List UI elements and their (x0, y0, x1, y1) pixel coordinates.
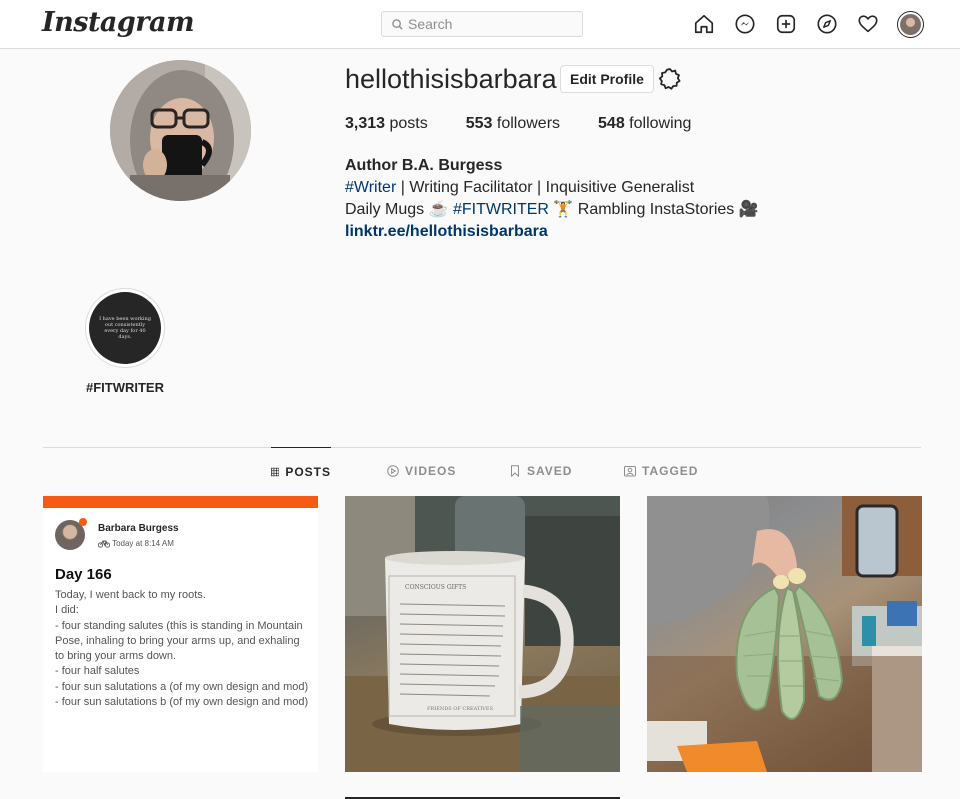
bookmark-icon (511, 465, 519, 477)
tab-tagged[interactable]: TAGGED (624, 447, 698, 495)
profile-username: hellothisisbarbara (345, 64, 557, 94)
post-body: Today, I went back to my roots. I did: -… (55, 589, 309, 709)
highlight-cover: I have been working out consistently eve… (89, 292, 161, 364)
bio-display-name: Author B.A. Burgess (345, 157, 503, 174)
posts-stat: 3,313 posts (345, 115, 428, 133)
settings-gear-icon[interactable] (658, 67, 682, 91)
profile-stats: 3,313 posts 553 followers 548 following (345, 115, 729, 133)
home-icon[interactable] (692, 12, 716, 36)
tagged-icon (624, 466, 636, 477)
top-navigation: Instagram (0, 0, 960, 49)
post-title: Day 166 (55, 566, 112, 583)
crochet-photo (647, 496, 922, 772)
post-mug-photo[interactable]: CONSCIOUS GIFTS FRIENDS OF CREATIVES (345, 496, 620, 772)
bio-text: | Writing Facilitator | Inquisitive Gene… (396, 179, 695, 196)
search-icon (392, 18, 403, 30)
search-input[interactable] (408, 16, 568, 32)
instagram-logo[interactable]: Instagram (42, 7, 195, 38)
tab-posts-label: POSTS (285, 464, 331, 479)
story-highlight-fitwriter[interactable]: I have been working out consistently eve… (85, 288, 165, 368)
tab-posts[interactable]: POSTS (271, 447, 331, 495)
hashtag-fitwriter-link[interactable]: #FITWRITER (453, 201, 549, 218)
edit-profile-button[interactable]: Edit Profile (560, 65, 654, 93)
post-crochet-photo[interactable] (647, 496, 922, 772)
profile-bio: Author B.A. Burgess #Writer | Writing Fa… (345, 155, 759, 243)
profile-avatar-nav[interactable] (897, 11, 924, 38)
post-day-166[interactable]: Barbara Burgess Today at 8:14 AM Day 166… (43, 496, 318, 772)
followers-stat[interactable]: 553 followers (466, 115, 560, 133)
explore-icon[interactable] (815, 12, 839, 36)
tab-tagged-label: TAGGED (642, 464, 699, 478)
followers-label: followers (492, 115, 561, 132)
notification-dot (79, 518, 87, 526)
tab-saved-label: SAVED (527, 464, 573, 478)
profile-picture[interactable] (110, 60, 251, 201)
video-icon (387, 465, 399, 477)
post-author-name: Barbara Burgess (98, 523, 179, 534)
profile-photo (110, 60, 251, 201)
following-stat[interactable]: 548 following (598, 115, 691, 133)
bio-text: 🏋 Rambling InstaStories 🎥 (548, 201, 759, 218)
post-time-text: Today at 8:14 AM (112, 539, 174, 548)
bio-line-1: #Writer | Writing Facilitator | Inquisit… (345, 177, 759, 199)
posts-count: 3,313 (345, 115, 386, 132)
bicycle-icon (97, 540, 111, 549)
post-timestamp: Today at 8:14 AM (97, 539, 174, 549)
bio-line-2: Daily Mugs ☕ #FITWRITER 🏋 Rambling Insta… (345, 199, 759, 221)
following-count: 548 (598, 115, 625, 132)
hashtag-writer-link[interactable]: #Writer (345, 179, 396, 196)
bio-external-link[interactable]: linktr.ee/hellothisisbarbara (345, 221, 759, 243)
tab-videos[interactable]: VIDEOS (387, 447, 456, 495)
mug-photo: CONSCIOUS GIFTS FRIENDS OF CREATIVES (345, 496, 620, 772)
avatar-image (900, 14, 921, 35)
grid-icon (271, 467, 280, 476)
messenger-icon[interactable] (733, 12, 757, 36)
new-post-icon[interactable] (774, 12, 798, 36)
mug-footer: FRIENDS OF CREATIVES (427, 706, 494, 712)
mug-heading: CONSCIOUS GIFTS (405, 584, 466, 591)
following-label: following (624, 115, 692, 132)
highlight-label: #FITWRITER (86, 380, 164, 395)
followers-count: 553 (465, 115, 493, 132)
activity-heart-icon[interactable] (856, 12, 880, 36)
tab-saved[interactable]: SAVED (509, 447, 572, 495)
nav-icons (692, 12, 897, 36)
accent-bar (43, 496, 318, 508)
profile-tabs: POSTS VIDEOS SAVED TAGGED (0, 447, 960, 495)
search-box[interactable] (381, 11, 583, 37)
tab-videos-label: VIDEOS (405, 464, 457, 478)
bio-text: Daily Mugs ☕ (345, 201, 453, 218)
posts-label: posts (385, 115, 428, 132)
